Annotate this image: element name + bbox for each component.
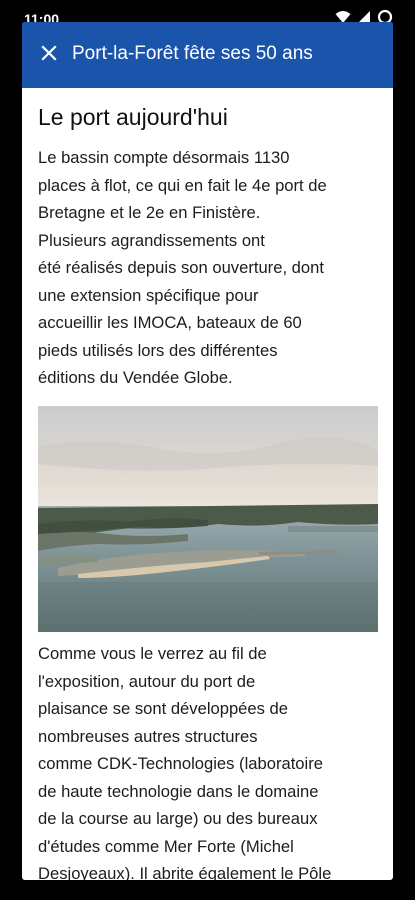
text-line: Bretagne et le 2e en Finistère.: [38, 203, 261, 222]
text-line: éditions du Vendée Globe.: [38, 368, 233, 387]
text-line: été réalisés depuis son ouverture, dont: [38, 258, 324, 277]
text-line: nombreuses autres structures: [38, 726, 258, 746]
aerial-harbor-photo: [38, 406, 378, 632]
app-bar: Port-la-Forêt fête ses 50 ans: [22, 22, 393, 88]
text-line: Comme vous le verrez au fil de: [38, 644, 267, 663]
text-line: d'études comme Mer Forte (Michel: [38, 836, 294, 856]
text-line: Le bassin compte désormais 1130: [38, 148, 290, 167]
close-button[interactable]: [34, 40, 64, 70]
text-line: de haute technologie dans le domaine: [38, 781, 319, 801]
text-line: une extension spécifique pour: [38, 285, 259, 305]
article-heading: Le port aujourd'hui: [38, 104, 228, 130]
article-paragraph-2: Comme vous le verrez au fil de l'exposit…: [38, 640, 378, 880]
article-paragraph-1: Le bassin compte désormais 1130 places à…: [38, 144, 378, 392]
text-line: accueillir les IMOCA, bateaux de 60: [38, 313, 302, 332]
text-line: de la course au large) ou des bureaux: [38, 809, 318, 828]
text-line: plaisance se sont développées de: [38, 699, 289, 718]
text-line: comme CDK-Technologies (laboratoire: [38, 754, 323, 773]
text-line: l'exposition, autour du port de: [38, 671, 256, 691]
text-line: pieds utilisés lors des différentes: [38, 340, 278, 360]
close-icon: [41, 44, 57, 66]
text-line: Desjoyeaux). Il abrite également le Pôle: [38, 864, 332, 880]
text-line: Plusieurs agrandissements ont: [38, 230, 265, 250]
app-window: Port-la-Forêt fête ses 50 ans Le port au…: [22, 22, 393, 880]
app-bar-title: Port-la-Forêt fête ses 50 ans: [72, 43, 313, 64]
text-line: places à flot, ce qui en fait le 4e port…: [38, 175, 327, 195]
